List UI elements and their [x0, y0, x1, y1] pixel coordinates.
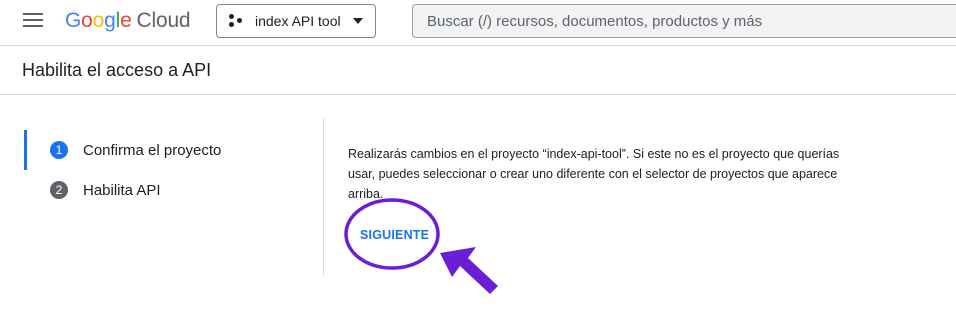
step-label: Habilita API [83, 181, 161, 199]
step-enable-api[interactable]: 2 Habilita API [24, 170, 324, 210]
top-bar: Google Cloud index API tool [0, 0, 956, 46]
search-input[interactable] [412, 4, 956, 38]
project-picker-label: index API tool [255, 13, 341, 29]
step-number-badge: 2 [50, 181, 68, 199]
annotation-circle [344, 198, 440, 270]
logo-letter: g [104, 9, 116, 32]
logo-letter: G [65, 9, 82, 32]
google-cloud-logo[interactable]: Google Cloud [65, 9, 191, 33]
project-icon [229, 14, 245, 28]
menu-icon[interactable] [23, 13, 43, 29]
page-title: Habilita el acceso a API [22, 60, 212, 80]
step-label: Confirma el proyecto [83, 141, 222, 159]
project-picker-button[interactable]: index API tool [216, 4, 376, 38]
logo-letter: o [81, 9, 93, 32]
active-step-indicator [24, 130, 27, 170]
step-number-badge: 1 [50, 141, 68, 159]
logo-cloud-text: Cloud [136, 9, 191, 32]
logo-letter: e [120, 9, 132, 32]
logo-letter: o [92, 9, 105, 32]
page-header: Habilita el acceso a API [0, 46, 956, 95]
vertical-divider [323, 118, 324, 276]
stepper: 1 Confirma el proyecto 2 Habilita API [24, 130, 324, 210]
dropdown-caret-icon [352, 18, 363, 24]
step-confirm-project[interactable]: 1 Confirma el proyecto [24, 130, 324, 170]
annotation-arrow-icon [440, 247, 498, 294]
annotation-highlight [344, 198, 498, 294]
